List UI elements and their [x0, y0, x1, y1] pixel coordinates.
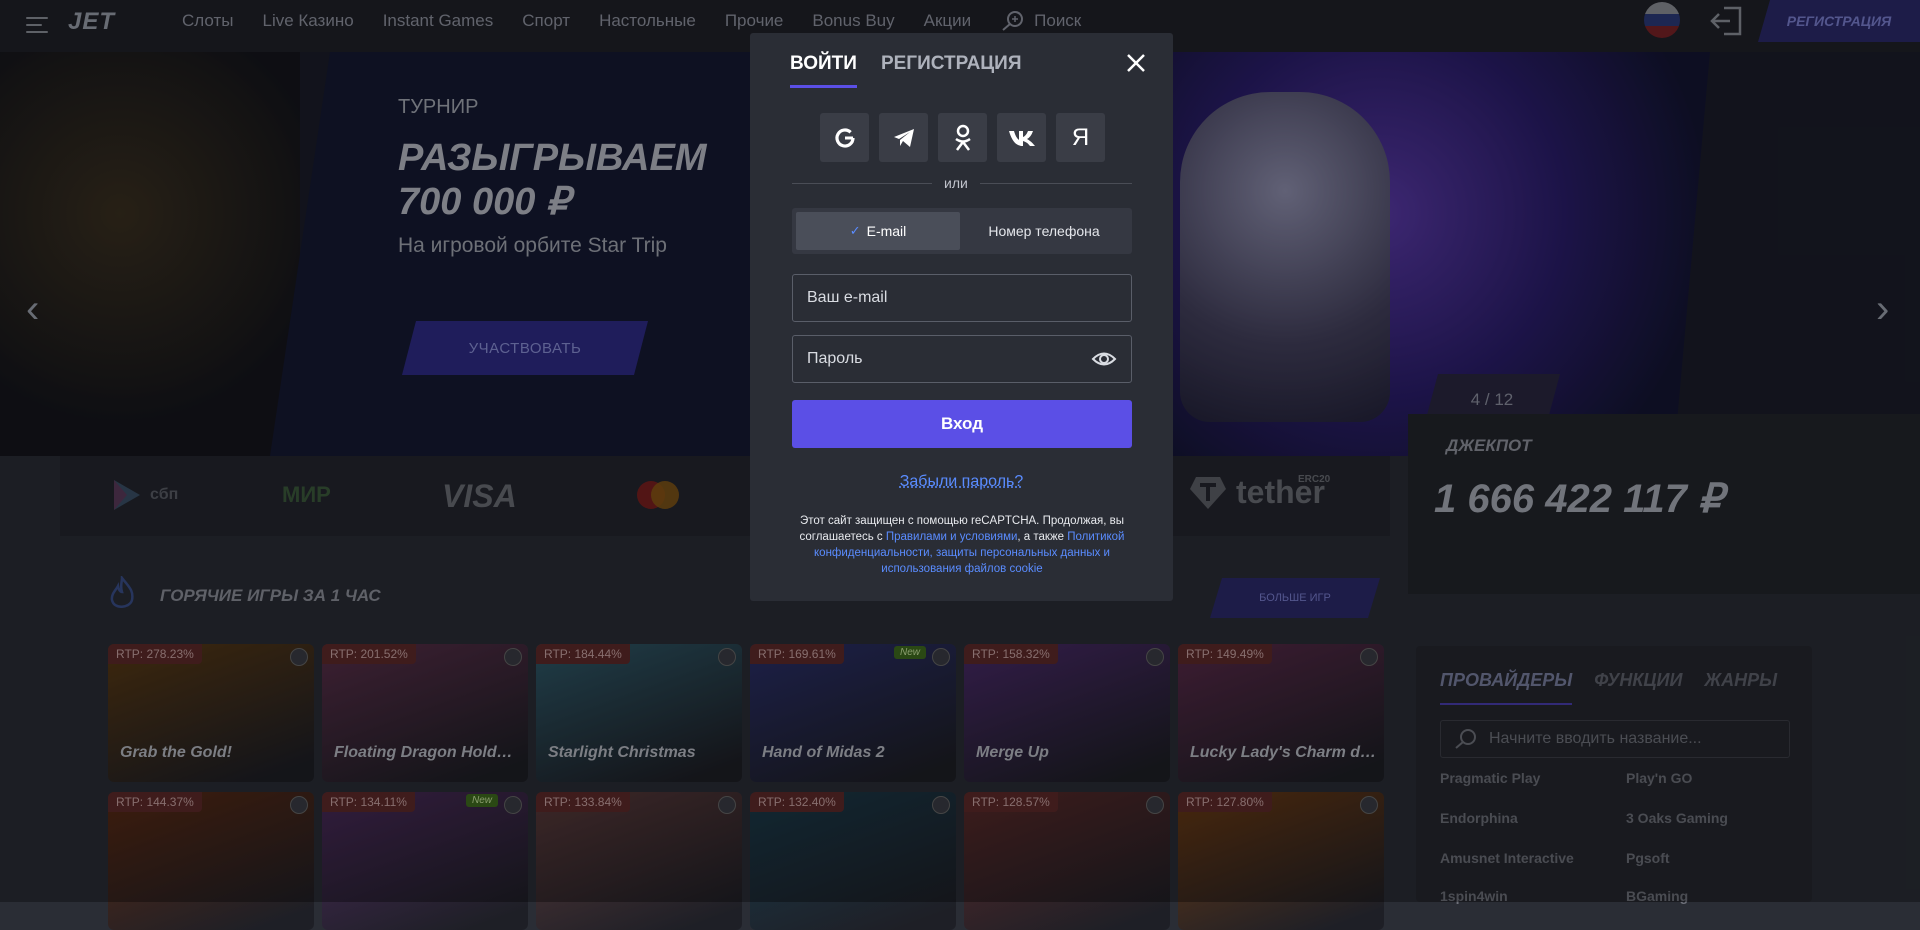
- yandex-login-button[interactable]: Я: [1056, 113, 1105, 162]
- telegram-login-button[interactable]: [879, 113, 928, 162]
- toggle-phone[interactable]: Номер телефона: [960, 212, 1128, 250]
- google-login-button[interactable]: [820, 113, 869, 162]
- eye-icon[interactable]: [1091, 348, 1117, 370]
- telegram-icon: [893, 128, 914, 147]
- forgot-password-link[interactable]: Забыли пароль?: [750, 473, 1173, 491]
- odnoklassniki-login-button[interactable]: [938, 113, 987, 162]
- toggle-email-label: E-mail: [866, 223, 907, 239]
- login-modal: ВОЙТИ РЕГИСТРАЦИЯ Я или ✓ E-mail Номер т…: [750, 33, 1173, 601]
- terms-link[interactable]: Правилами и условиями: [886, 531, 1018, 543]
- social-login-buttons: Я: [820, 113, 1105, 162]
- login-submit-button[interactable]: Вход: [792, 400, 1132, 448]
- legal-text-2: , а также: [1017, 531, 1068, 543]
- password-field[interactable]: Пароль: [792, 335, 1132, 383]
- tab-login[interactable]: ВОЙТИ: [790, 53, 857, 88]
- email-placeholder: Ваш e-mail: [807, 289, 888, 306]
- recaptcha-notice: Этот сайт защищен с помощью reCAPTCHA. П…: [788, 513, 1136, 577]
- odnoklassniki-icon: [954, 124, 971, 151]
- toggle-email[interactable]: ✓ E-mail: [796, 212, 960, 250]
- modal-tabs: ВОЙТИ РЕГИСТРАЦИЯ: [790, 53, 1022, 88]
- email-field[interactable]: Ваш e-mail: [792, 274, 1132, 322]
- tab-register[interactable]: РЕГИСТРАЦИЯ: [881, 53, 1022, 88]
- login-method-toggle: ✓ E-mail Номер телефона: [792, 208, 1132, 254]
- yandex-icon: Я: [1071, 123, 1090, 151]
- vk-login-button[interactable]: [997, 113, 1046, 162]
- vk-icon: [1008, 130, 1035, 146]
- password-placeholder: Пароль: [807, 350, 863, 367]
- close-icon[interactable]: [1122, 49, 1150, 77]
- or-separator: или: [932, 175, 980, 191]
- check-icon: ✓: [849, 223, 861, 238]
- google-icon: [834, 127, 855, 148]
